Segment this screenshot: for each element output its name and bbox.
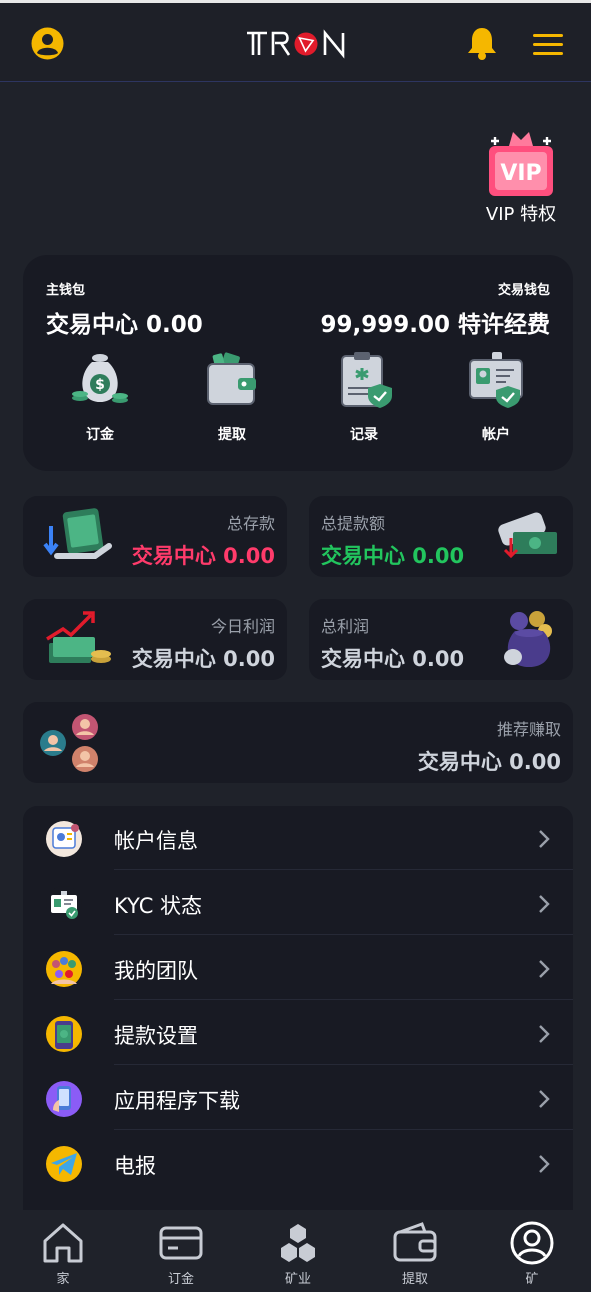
tab-home[interactable]: 家 bbox=[23, 1220, 103, 1287]
wallet-card: 主钱包 交易中心 0.00 交易钱包 99,999.00 特许经费 $ 订金 提… bbox=[23, 255, 573, 471]
total-withdraw-card[interactable]: 总提款额 交易中心 0.00 bbox=[309, 496, 573, 577]
total-deposit-title: 总存款 bbox=[226, 514, 275, 533]
svg-text:VIP: VIP bbox=[500, 161, 541, 186]
profit-chart-icon bbox=[46, 611, 111, 663]
records-action-label: 记录 bbox=[350, 427, 378, 443]
divider bbox=[114, 1064, 573, 1065]
tab-profile[interactable]: 矿 bbox=[492, 1220, 572, 1287]
divider bbox=[114, 934, 573, 935]
chevron-right-icon bbox=[539, 1025, 550, 1043]
referral-title: 推荐赚取 bbox=[496, 720, 561, 739]
id-card-icon bbox=[469, 352, 523, 408]
wallet-icon bbox=[393, 1222, 437, 1262]
tron-logo bbox=[245, 25, 351, 61]
withdraw-action-label: 提取 bbox=[218, 427, 246, 443]
app-header bbox=[0, 3, 591, 82]
main-wallet-label: 主钱包 bbox=[46, 283, 86, 298]
withdraw-settings-icon bbox=[46, 1016, 82, 1052]
profile-icon bbox=[510, 1221, 554, 1265]
menu-item-withdraw-settings[interactable]: 提款设置 bbox=[23, 1001, 573, 1065]
kyc-icon bbox=[46, 886, 82, 922]
deposit-action-label: 订金 bbox=[86, 427, 114, 443]
menu-item-label: KYC 状态 bbox=[114, 894, 203, 918]
today-profit-value: 交易中心 0.00 bbox=[131, 647, 275, 671]
trade-wallet-value: 99,999.00 特许经费 bbox=[320, 312, 550, 338]
today-profit-card[interactable]: 今日利润 交易中心 0.00 bbox=[23, 599, 287, 680]
tab-label: 家 bbox=[56, 1272, 70, 1287]
divider bbox=[114, 999, 573, 1000]
menu-item-app-download[interactable]: 应用程序下载 bbox=[23, 1066, 573, 1130]
total-deposit-value: 交易中心 0.00 bbox=[131, 544, 275, 568]
wallet-icon bbox=[207, 352, 256, 405]
coin-bag-icon bbox=[504, 611, 552, 667]
deposit-phone-icon bbox=[43, 508, 112, 559]
clipboard-icon bbox=[341, 352, 392, 408]
tab-deposit[interactable]: 订金 bbox=[141, 1220, 221, 1287]
home-icon bbox=[43, 1223, 83, 1263]
chevron-right-icon bbox=[539, 1155, 550, 1173]
menu-item-label: 电报 bbox=[114, 1154, 156, 1178]
total-profit-title: 总利润 bbox=[321, 617, 370, 636]
menu-item-label: 应用程序下载 bbox=[114, 1089, 240, 1113]
menu-item-account-info[interactable]: 帐户信息 bbox=[23, 806, 573, 870]
withdraw-action[interactable]: 提取 bbox=[187, 350, 277, 444]
settings-menu-list: 帐户信息 KYC 状态 我的团队 提款设置 应用程序下载 电报 bbox=[23, 806, 573, 1226]
records-action[interactable]: 记录 bbox=[319, 350, 409, 444]
vip-crown-icon: VIP bbox=[489, 132, 553, 196]
tab-label: 订金 bbox=[167, 1272, 194, 1287]
total-deposit-card[interactable]: 总存款 交易中心 0.00 bbox=[23, 496, 287, 577]
account-info-icon bbox=[46, 821, 82, 857]
menu-icon[interactable] bbox=[533, 34, 563, 56]
total-profit-card[interactable]: 总利润 交易中心 0.00 bbox=[309, 599, 573, 680]
account-action[interactable]: 帐户 bbox=[451, 350, 541, 444]
tab-label: 矿 bbox=[525, 1272, 539, 1287]
tab-mining[interactable]: 矿业 bbox=[258, 1220, 338, 1287]
user-icon[interactable] bbox=[31, 27, 64, 60]
tab-label: 提取 bbox=[401, 1272, 428, 1287]
chevron-right-icon bbox=[539, 830, 550, 848]
menu-item-label: 帐户信息 bbox=[114, 829, 198, 853]
telegram-icon bbox=[46, 1146, 82, 1182]
divider bbox=[114, 869, 573, 870]
account-action-label: 帐户 bbox=[482, 427, 510, 443]
menu-item-label: 我的团队 bbox=[114, 959, 198, 983]
referral-card[interactable]: 推荐赚取 交易中心 0.00 bbox=[23, 702, 573, 783]
chevron-right-icon bbox=[539, 1090, 550, 1108]
card-icon bbox=[159, 1226, 203, 1260]
money-bag-icon: $ bbox=[72, 354, 128, 403]
tab-label: 矿业 bbox=[284, 1272, 311, 1287]
divider bbox=[114, 1129, 573, 1130]
today-profit-title: 今日利润 bbox=[210, 617, 275, 636]
referral-people-icon bbox=[40, 714, 98, 772]
mining-icon bbox=[281, 1224, 315, 1262]
team-icon bbox=[46, 951, 82, 987]
menu-item-kyc[interactable]: KYC 状态 bbox=[23, 871, 573, 935]
chevron-right-icon bbox=[539, 895, 550, 913]
chevron-right-icon bbox=[539, 960, 550, 978]
vip-privilege-button[interactable]: VIP VIP 特权 bbox=[478, 126, 564, 226]
svg-text:$: $ bbox=[95, 377, 105, 393]
menu-item-my-team[interactable]: 我的团队 bbox=[23, 936, 573, 1000]
app-download-icon bbox=[46, 1081, 82, 1117]
main-wallet-value: 交易中心 0.00 bbox=[46, 312, 203, 338]
total-profit-value: 交易中心 0.00 bbox=[321, 647, 465, 671]
menu-item-label: 提款设置 bbox=[114, 1024, 198, 1048]
menu-item-telegram[interactable]: 电报 bbox=[23, 1131, 573, 1195]
vip-label: VIP 特权 bbox=[485, 204, 557, 225]
total-withdraw-value: 交易中心 0.00 bbox=[321, 544, 465, 568]
deposit-action[interactable]: $ 订金 bbox=[55, 350, 145, 444]
withdraw-cash-icon bbox=[498, 512, 557, 559]
bottom-tab-bar: 家 订金 矿业 提取 矿 bbox=[0, 1210, 591, 1292]
trade-wallet-label: 交易钱包 bbox=[497, 283, 550, 298]
total-withdraw-title: 总提款额 bbox=[321, 514, 386, 533]
referral-value: 交易中心 0.00 bbox=[417, 750, 561, 774]
tab-withdraw[interactable]: 提取 bbox=[375, 1220, 455, 1287]
bell-icon[interactable] bbox=[466, 25, 498, 61]
